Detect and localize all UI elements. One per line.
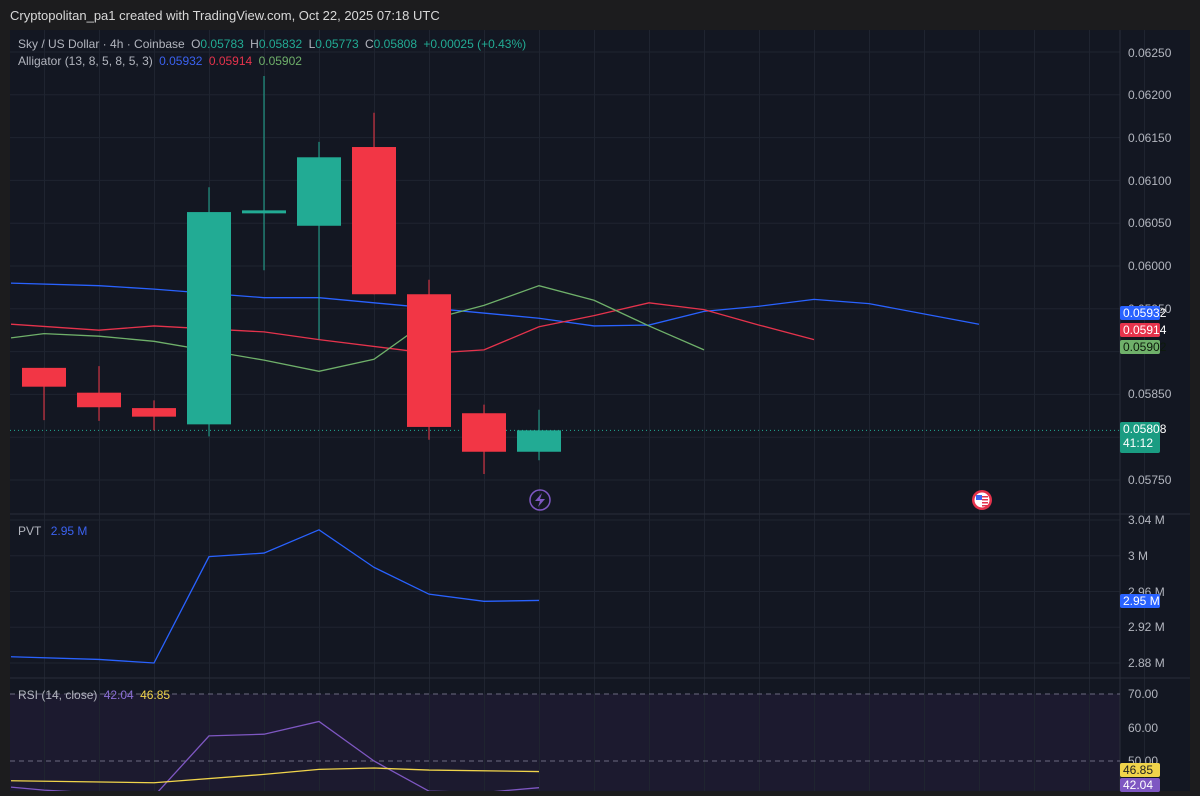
us-flag-canton	[976, 495, 982, 500]
symbol-title: Sky / US Dollar · 4h · Coinbase	[18, 37, 185, 51]
bar-countdown: 41:12	[1123, 436, 1154, 450]
price-axis-label: 0.06150	[1128, 131, 1172, 145]
right-border	[1190, 30, 1200, 791]
change-value: +0.00025 (+0.43%)	[423, 37, 527, 51]
chart-canvas[interactable]	[0, 30, 1200, 796]
pvt-label: PVT	[18, 524, 42, 538]
price-axis-label: 0.06000	[1128, 259, 1172, 273]
candle-body	[352, 147, 396, 295]
high-value: 0.05832	[258, 37, 303, 51]
candle-body	[77, 392, 121, 408]
chart-caption: Cryptopolitan_pa1 created with TradingVi…	[10, 8, 440, 23]
candle-body	[297, 157, 341, 226]
teeth-price-tag: 0.05914	[1120, 323, 1166, 337]
candle-body	[517, 430, 561, 452]
us-flag-stripe	[982, 496, 988, 498]
pvt-value: 2.95 M	[50, 524, 88, 538]
alligator-lips-value: 0.05902	[258, 54, 302, 68]
price-axis-label: 0.06200	[1128, 88, 1172, 102]
alligator-jaw-value: 0.05932	[159, 54, 203, 68]
rsi-label: RSI (14, close)	[18, 688, 98, 702]
candle-body	[22, 367, 66, 387]
jaw-price-tag: 0.05932	[1120, 306, 1166, 320]
alligator-legend[interactable]: Alligator (13, 8, 5, 8, 5, 3) 0.05932 0.…	[18, 54, 305, 68]
price-axis-label: 0.05750	[1128, 473, 1172, 487]
pvt-axis-label: 2.88 M	[1128, 656, 1165, 670]
price-axis-label: 0.06050	[1128, 216, 1172, 230]
close-value: 0.05808	[373, 37, 418, 51]
last-price: 0.05808	[1123, 422, 1167, 436]
price-axis-label: 0.05850	[1128, 387, 1172, 401]
alligator-label: Alligator (13, 8, 5, 8, 5, 3)	[18, 54, 153, 68]
rsi-tag: 42.04	[1120, 778, 1160, 792]
candle-body	[462, 413, 506, 452]
candle-body	[132, 408, 176, 417]
chart-area[interactable]: Sky / US Dollar · 4h · Coinbase O0.05783…	[0, 30, 1200, 796]
rsi-axis-label: 70.00	[1128, 687, 1159, 701]
price-axis-label: 0.06100	[1128, 174, 1172, 188]
price-axis-label: 0.06250	[1128, 46, 1172, 60]
close-label: C	[364, 37, 374, 51]
high-label: H	[250, 37, 259, 51]
candle-body	[407, 294, 451, 427]
us-flag-stripe	[982, 502, 988, 504]
top-caption-bar: Cryptopolitan_pa1 created with TradingVi…	[0, 0, 1200, 30]
pvt-axis-label: 2.92 M	[1128, 620, 1165, 634]
us-flag-stripe	[982, 505, 988, 507]
rsi-ma-tag: 46.85	[1120, 763, 1160, 777]
us-flag-stripe	[982, 499, 988, 501]
lips-price-tag: 0.05902	[1120, 340, 1166, 354]
alligator-teeth-value: 0.05914	[208, 54, 253, 68]
open-value: 0.05783	[200, 37, 244, 51]
last-price-tag: 0.05808 41:12	[1120, 422, 1167, 453]
pvt-value-tag: 2.95 M	[1120, 594, 1160, 608]
pvt-axis-label: 3 M	[1128, 549, 1149, 563]
rsi-ma-value: 46.85	[140, 688, 171, 702]
rsi-legend[interactable]: RSI (14, close) 42.04 46.85	[18, 688, 173, 702]
rsi-axis-label: 60.00	[1128, 721, 1159, 735]
pvt-axis-label: 3.04 M	[1128, 513, 1165, 527]
plot-background	[10, 30, 1120, 791]
candle-body	[187, 212, 231, 425]
rsi-band	[10, 694, 1120, 796]
rsi-value: 42.04	[103, 688, 134, 702]
low-value: 0.05773	[315, 37, 359, 51]
candle-body	[242, 210, 286, 214]
pvt-legend[interactable]: PVT 2.95 M	[18, 524, 90, 538]
symbol-legend: Sky / US Dollar · 4h · Coinbase O0.05783…	[18, 37, 529, 51]
